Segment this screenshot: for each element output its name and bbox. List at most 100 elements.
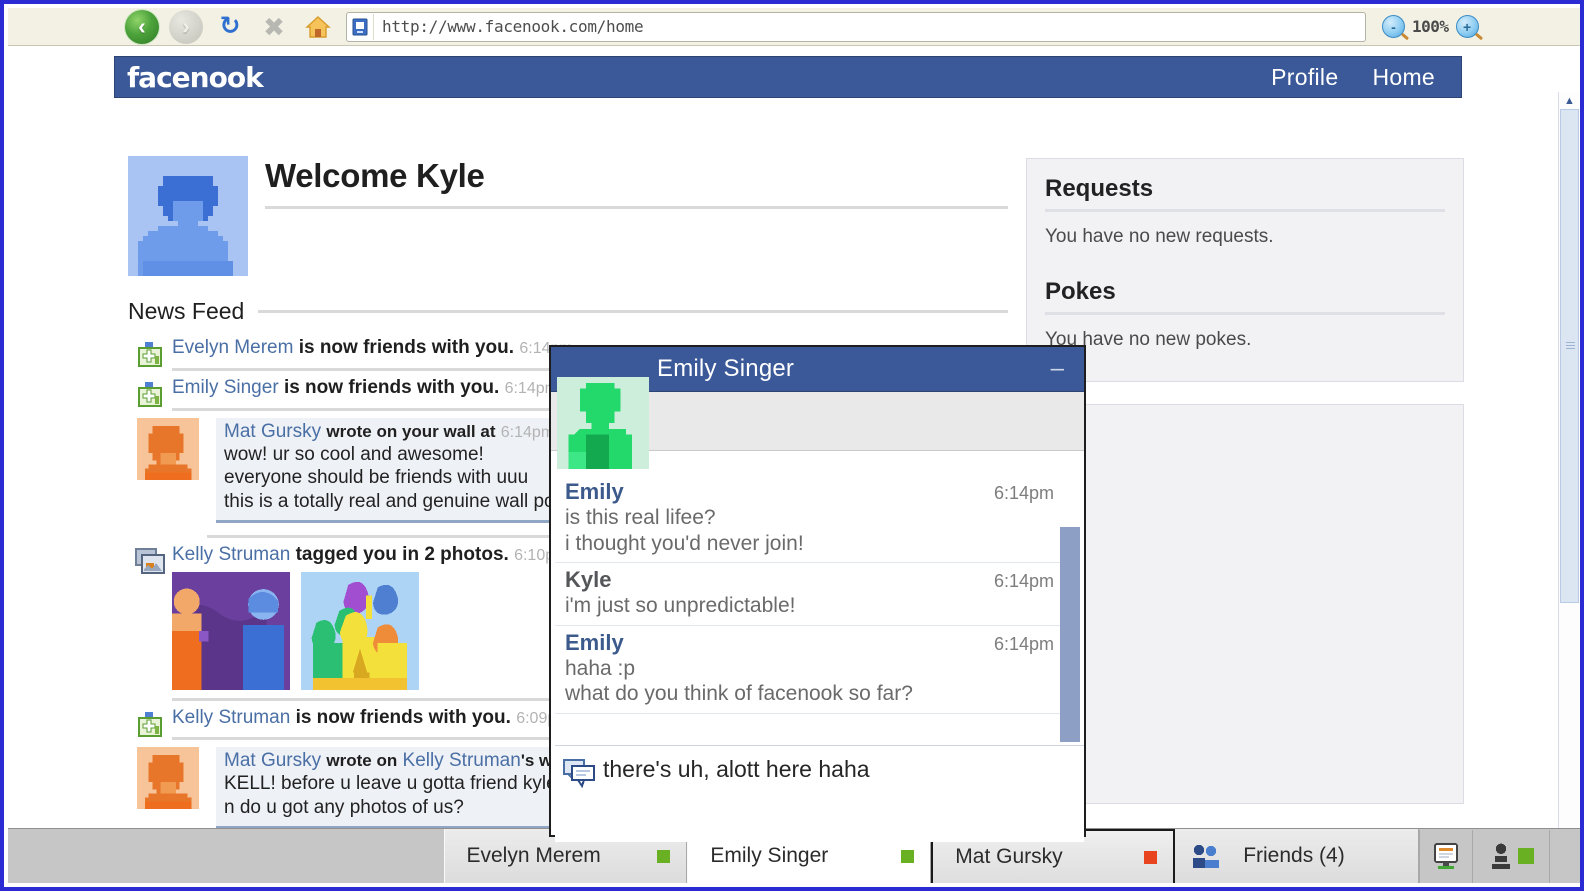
chat-message: Emily 6:14pm is this real lifee? i thoug… (555, 475, 1064, 564)
chat-message: Kyle 6:14pm i'm just so unpredictable! (555, 563, 1064, 626)
chat-input-row[interactable]: there's uh, alott here haha (555, 745, 1084, 842)
browser-toolbar: ‹ › ↻ ✖ http://www.facenook.com/home - 1… (8, 8, 1580, 46)
panel-spacer (1045, 256, 1445, 278)
feed-actor[interactable]: Mat Gursky (224, 421, 321, 442)
scrollbar-thumb[interactable] (1560, 109, 1579, 603)
chat-message-line: i thought you'd never join! (565, 531, 804, 555)
feed-action: is now friends with you. (298, 337, 515, 358)
newsfeed-header: News Feed (128, 298, 1008, 325)
status-badge (1144, 850, 1158, 864)
panel-divider (1045, 209, 1445, 212)
sidebar-panel-empty (1026, 404, 1464, 804)
browser-window: ‹ › ↻ ✖ http://www.facenook.com/home - 1… (0, 0, 1584, 891)
feed-action: is now friends with you. (283, 376, 500, 398)
newsfeed-divider (258, 310, 1008, 313)
zoom-in-button[interactable]: + (1455, 15, 1479, 38)
panel-body-pokes: You have no new pokes. (1045, 329, 1252, 350)
minimize-button[interactable]: – (1051, 357, 1064, 381)
status-badge (901, 849, 915, 863)
chat-message-author: Emily (565, 629, 624, 655)
person-icon (1489, 842, 1513, 870)
chat-message: Emily 6:14pm haha :p what do you think o… (555, 626, 1064, 715)
avatar[interactable] (137, 417, 199, 480)
sidebar: Requests You have no new requests. Pokes… (1026, 158, 1464, 804)
reload-button[interactable]: ↻ (208, 10, 252, 44)
nav-profile[interactable]: Profile (1271, 64, 1338, 91)
scrollbar-grip-icon (1566, 342, 1575, 349)
chat-message-header: Kyle 6:14pm (565, 567, 1054, 593)
chat-message-time: 6:14pm (993, 483, 1054, 503)
zoom-controls: - 100% + (1382, 15, 1479, 38)
reload-icon: ↻ (219, 12, 241, 40)
taskbar-item-label: Evelyn Merem (466, 844, 601, 867)
feed-actor[interactable]: Mat Gursky (224, 750, 321, 771)
feed-action: tagged you in 2 photos. (295, 543, 509, 565)
feed-actor[interactable]: Kelly Struman (172, 707, 290, 728)
chat-message-line: i'm just so unpredictable! (565, 594, 796, 618)
chat-input-text[interactable]: there's uh, alott here haha (603, 754, 870, 783)
tray-user-button[interactable] (1472, 829, 1549, 883)
zoom-level: 100% (1412, 17, 1449, 36)
page-scrollbar[interactable]: ▲ ▼ (1558, 92, 1580, 836)
nav-button-group: ‹ › ↻ ✖ (120, 9, 340, 44)
status-badge (1517, 848, 1534, 864)
chat-avatar[interactable] (557, 377, 649, 469)
add-friend-icon (128, 376, 172, 410)
feed-actor[interactable]: Evelyn Merem (172, 337, 293, 358)
home-button[interactable] (296, 10, 340, 44)
chat-message-line: haha :p (565, 656, 636, 680)
system-tray (1419, 829, 1580, 883)
feed-target[interactable]: Kelly Struman (403, 750, 521, 771)
photo-thumbnail[interactable] (172, 571, 290, 690)
address-bar[interactable]: http://www.facenook.com/home (346, 11, 1366, 42)
taskbar-item-label: Emily Singer (710, 844, 829, 867)
photo-thumbnail[interactable] (301, 571, 419, 690)
back-button[interactable]: ‹ (120, 9, 164, 44)
tray-monitor-button[interactable] (1419, 829, 1472, 883)
forward-icon: › (169, 9, 203, 44)
avatar[interactable] (137, 747, 199, 810)
close-icon: ✖ (263, 11, 285, 42)
add-friend-icon (128, 706, 172, 740)
stop-button[interactable]: ✖ (252, 10, 296, 44)
user-avatar[interactable] (128, 156, 248, 276)
photo-icon (128, 543, 172, 577)
feed-actor[interactable]: Emily Singer (172, 377, 279, 398)
page-title: Welcome Kyle (265, 157, 485, 194)
welcome-right: Welcome Kyle (265, 156, 1008, 210)
chat-message-time: 6:14pm (993, 633, 1054, 654)
newsfeed-label: News Feed (128, 298, 245, 324)
taskbar-item-friends[interactable]: Friends (4) (1175, 829, 1419, 883)
chat-message-list[interactable]: Emily 6:14pm is this real lifee? i thoug… (555, 475, 1064, 743)
chat-message-header: Emily 6:14pm (565, 630, 1054, 656)
nav-home[interactable]: Home (1372, 64, 1435, 91)
feed-action: wrote on your wall at (326, 421, 496, 441)
title-divider (265, 206, 1008, 210)
welcome-block: Welcome Kyle (128, 156, 1008, 276)
scroll-up-icon[interactable]: ▲ (1559, 92, 1580, 109)
feed-time: 6:14pm (500, 423, 555, 441)
feed-action: wrote on (326, 751, 398, 771)
chat-message-line: is this real lifee? (565, 506, 716, 529)
status-badge (657, 849, 671, 863)
taskbar-friends-label: Friends (4) (1243, 844, 1345, 867)
site-nav: Profile Home (1271, 64, 1435, 91)
site-logo[interactable]: facenook (127, 61, 264, 94)
chat-message-time: 6:14pm (993, 571, 1054, 592)
people-icon (1191, 842, 1221, 870)
taskbar-spacer (8, 829, 444, 883)
home-icon (305, 15, 331, 39)
chat-window[interactable]: Emily Singer – Emily 6:14pm is this real… (549, 345, 1086, 842)
add-friend-icon (128, 336, 172, 370)
url-text: http://www.facenook.com/home (382, 17, 644, 36)
zoom-out-button[interactable]: - (1382, 15, 1405, 38)
panel-title-pokes: Pokes (1045, 278, 1116, 305)
monitor-icon (1431, 842, 1461, 870)
forward-button[interactable]: › (164, 9, 208, 44)
chat-scrollbar-thumb[interactable] (1060, 527, 1080, 742)
chat-message-author: Emily (565, 479, 624, 504)
site-header: facenook Profile Home (114, 56, 1462, 98)
chat-message-header: Emily 6:14pm (565, 479, 1054, 505)
panel-title-requests: Requests (1045, 175, 1154, 202)
feed-actor[interactable]: Kelly Struman (172, 544, 290, 565)
